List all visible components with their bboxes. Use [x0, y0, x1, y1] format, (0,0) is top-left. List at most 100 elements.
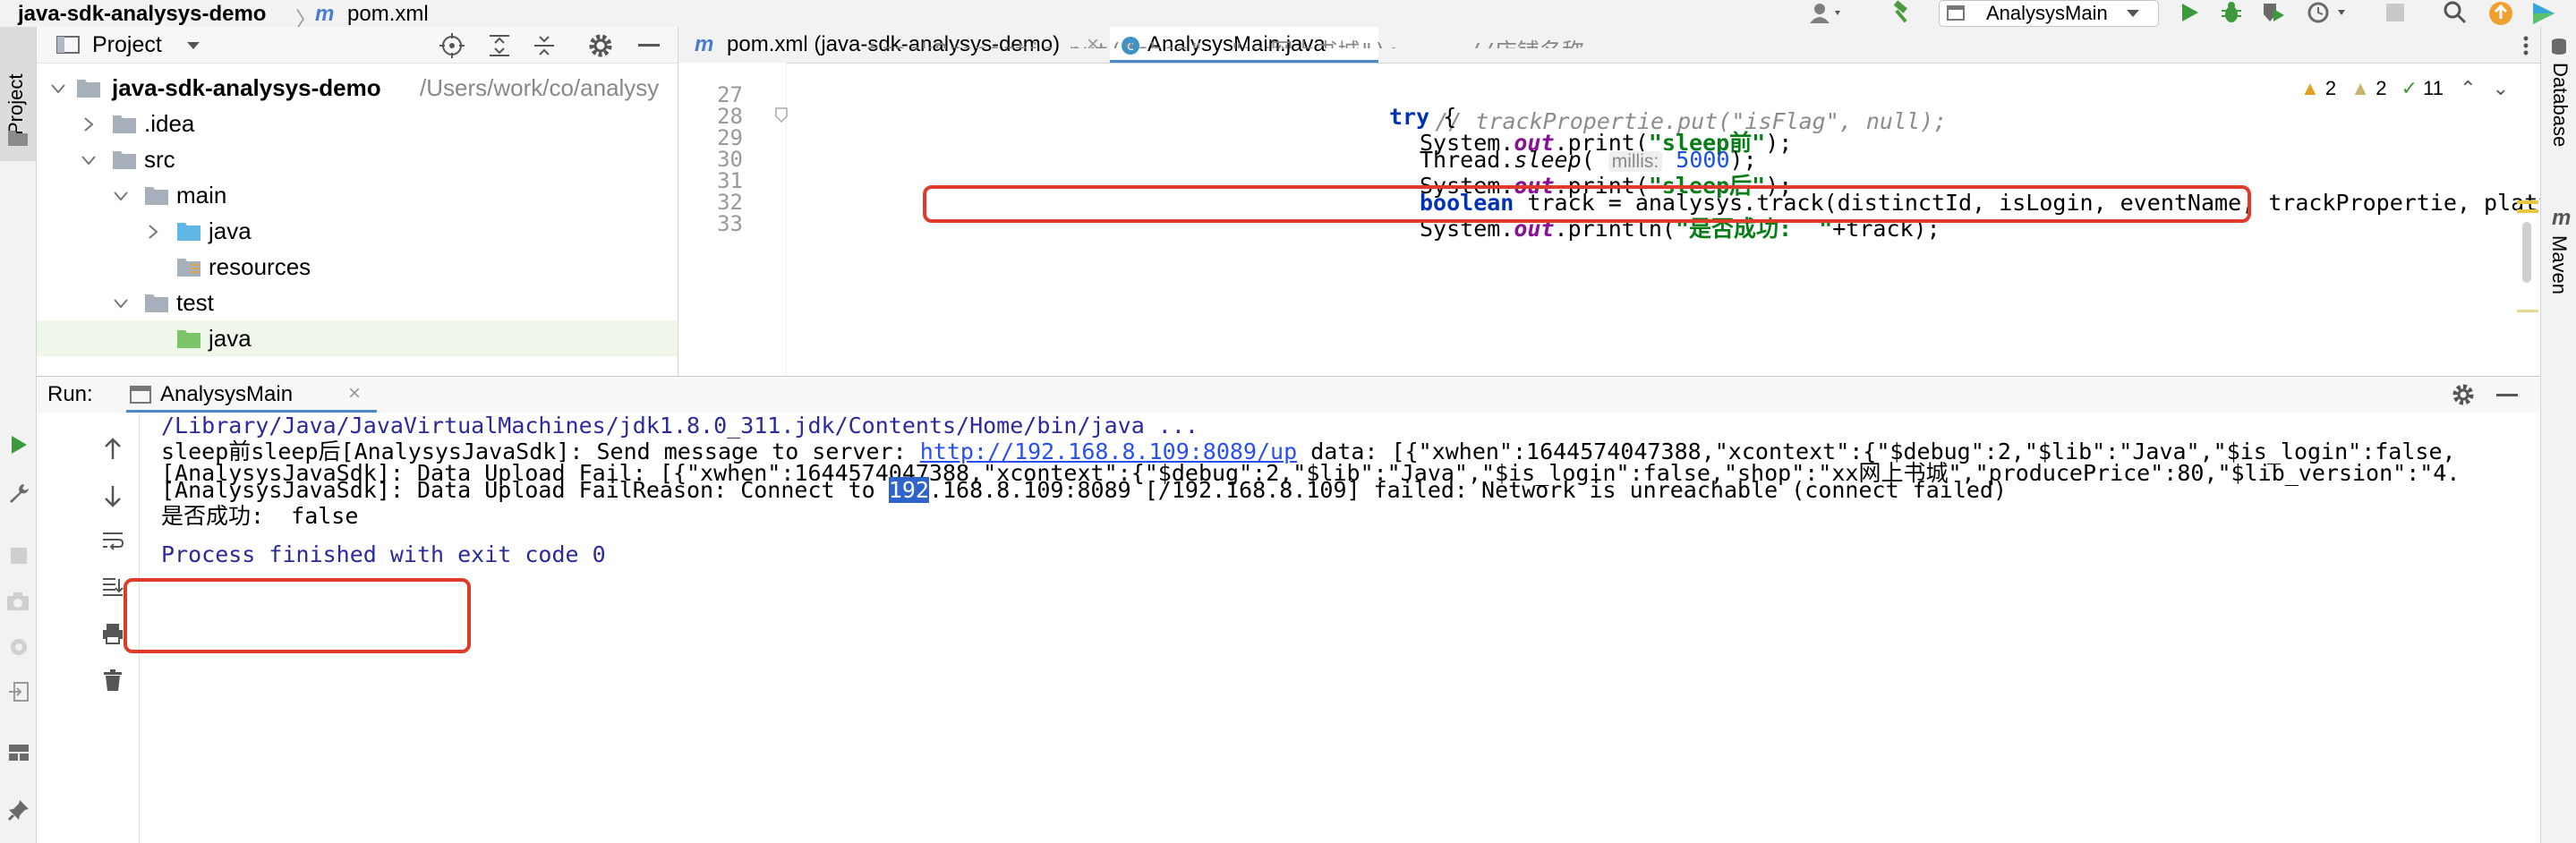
warning-count: 2	[2324, 77, 2337, 99]
typo-count: 11	[2423, 77, 2444, 99]
typo-check-icon: ✓	[2401, 77, 2418, 99]
stop-icon[interactable]	[2386, 4, 2404, 21]
tree-item-resources[interactable]: resources	[37, 249, 678, 285]
plugin-icon[interactable]	[2531, 1, 2558, 26]
trash-icon[interactable]	[103, 668, 123, 692]
run-configuration-select[interactable]: AnalysysMain	[1939, 0, 2159, 27]
expand-all-icon[interactable]	[488, 33, 511, 58]
folder-icon	[145, 187, 168, 205]
tree-item-main[interactable]: main	[37, 177, 678, 213]
chevron-down-icon	[2127, 10, 2139, 17]
maven-tool-button[interactable]: Maven	[2547, 235, 2571, 307]
build-hammer-icon[interactable]	[1889, 0, 1915, 25]
console-output[interactable]: /Library/Java/JavaVirtualMachines/jdk1.8…	[140, 413, 2540, 843]
update-icon[interactable]	[2488, 1, 2513, 26]
tree-item-label: .idea	[144, 110, 195, 137]
tree-item-label: java	[209, 325, 252, 352]
gear-icon[interactable]	[588, 33, 613, 58]
highlight-box	[923, 185, 2251, 223]
arrow-down-icon[interactable]	[103, 484, 123, 507]
soft-wrap-icon[interactable]	[101, 529, 124, 552]
project-tool-window-button[interactable]: Project	[0, 27, 36, 161]
minimize-icon[interactable]	[2496, 394, 2518, 397]
tree-item-test[interactable]: test	[37, 285, 678, 320]
console-line: 是否成功: false	[161, 503, 359, 529]
folder-icon	[8, 131, 28, 146]
tree-item-test-java[interactable]: java	[37, 320, 678, 356]
close-icon[interactable]: ×	[348, 381, 361, 406]
application-icon	[1947, 5, 1965, 21]
code-line-cutoff: trackPropertie.put("shop", "xx网上书城"); //…	[866, 34, 1584, 48]
rerun-icon[interactable]	[7, 433, 30, 456]
debug-icon[interactable]	[2220, 2, 2243, 23]
run-icon[interactable]	[2179, 2, 2200, 23]
wrench-icon[interactable]	[7, 481, 30, 505]
tree-item-path: /Users/work/co/analysy	[420, 74, 660, 101]
gear-icon[interactable]	[2452, 383, 2475, 406]
gear-gray-icon[interactable]	[7, 635, 30, 659]
left-tool-strip: Project	[0, 27, 37, 843]
selected-text[interactable]: 192	[888, 477, 929, 503]
folder-icon	[113, 115, 136, 133]
resources-folder-icon	[177, 259, 200, 277]
console-line: [AnalysysJavaSdk]: Data Upload FailReaso…	[161, 477, 2007, 503]
maven-file-icon: m	[315, 2, 335, 26]
folder-icon	[145, 294, 168, 312]
pin-icon[interactable]	[7, 798, 30, 822]
print-icon[interactable]	[101, 622, 124, 645]
search-icon[interactable]	[2444, 1, 2467, 24]
run-panel-header: Run: AnalysysMain ×	[37, 376, 2540, 413]
chevron-down-icon	[114, 299, 128, 309]
fold-icon[interactable]	[775, 107, 788, 123]
more-tabs-icon[interactable]	[2522, 36, 2529, 55]
user-icon[interactable]	[1808, 2, 1844, 25]
maven-file-icon: m	[695, 32, 714, 56]
minimize-icon[interactable]	[638, 44, 660, 47]
editor-scrollbar-thumb[interactable]	[2522, 222, 2531, 283]
chevron-down-icon	[81, 156, 96, 166]
inspection-widget[interactable]: ▲ 2 ▲ 2 ✓ 11 ⌃ ⌄	[2300, 77, 2509, 104]
chevron-right-icon	[149, 225, 158, 239]
tree-item-src[interactable]: src	[37, 141, 678, 177]
right-tool-strip: Database m Maven	[2540, 27, 2576, 843]
run-configuration-label: AnalysysMain	[1986, 2, 2108, 24]
run-tab[interactable]: AnalysysMain ×	[126, 377, 377, 413]
weak-warning-count: 2	[2376, 77, 2387, 99]
scroll-to-end-icon[interactable]	[101, 575, 124, 599]
project-panel-title[interactable]: Project	[92, 32, 162, 58]
previous-highlight-icon[interactable]: ⌃	[2460, 77, 2476, 99]
tree-item-label: test	[176, 289, 214, 316]
camera-icon[interactable]	[5, 591, 30, 612]
chevron-right-icon	[84, 117, 94, 132]
console-text: .168.8.109:8089 [/192.168.8.109] failed:…	[928, 477, 2008, 503]
navigation-bar: java-sdk-analysys-demo 〉 m pom.xml Analy…	[0, 0, 2576, 32]
project-panel-header: Project	[37, 27, 678, 64]
layout-icon[interactable]	[7, 743, 30, 762]
chevron-down-icon[interactable]	[185, 40, 201, 51]
collapse-all-icon[interactable]	[533, 33, 556, 58]
warning-icon: ▲	[2300, 77, 2320, 99]
stop-process-icon[interactable]	[9, 546, 29, 566]
chevron-down-icon	[114, 192, 128, 201]
tree-item-label: java	[209, 217, 252, 244]
tree-item-main-java[interactable]: java	[37, 213, 678, 249]
tree-item-root[interactable]: java-sdk-analysys-demo /Users/work/co/an…	[37, 70, 678, 106]
run-tab-label: AnalysysMain	[160, 382, 294, 406]
locate-icon[interactable]	[439, 33, 465, 58]
breadcrumb-file[interactable]: pom.xml	[347, 2, 429, 27]
folder-icon	[113, 151, 136, 169]
next-highlight-icon[interactable]: ⌄	[2493, 77, 2509, 99]
breadcrumb-project[interactable]: java-sdk-analysys-demo	[18, 2, 266, 27]
tree-item-label: main	[176, 182, 227, 209]
exit-icon[interactable]	[7, 680, 30, 703]
profile-icon[interactable]	[2307, 2, 2349, 23]
database-icon	[2552, 38, 2566, 55]
database-tool-button[interactable]: Database	[2548, 63, 2572, 161]
scrollbar-marker	[2517, 310, 2538, 312]
maven-icon: m	[2552, 206, 2572, 230]
coverage-icon[interactable]	[2261, 2, 2286, 23]
arrow-up-icon[interactable]	[103, 438, 123, 461]
tree-item-idea[interactable]: .idea	[37, 106, 678, 141]
folder-icon	[77, 80, 100, 98]
line-number: 33	[717, 211, 743, 236]
